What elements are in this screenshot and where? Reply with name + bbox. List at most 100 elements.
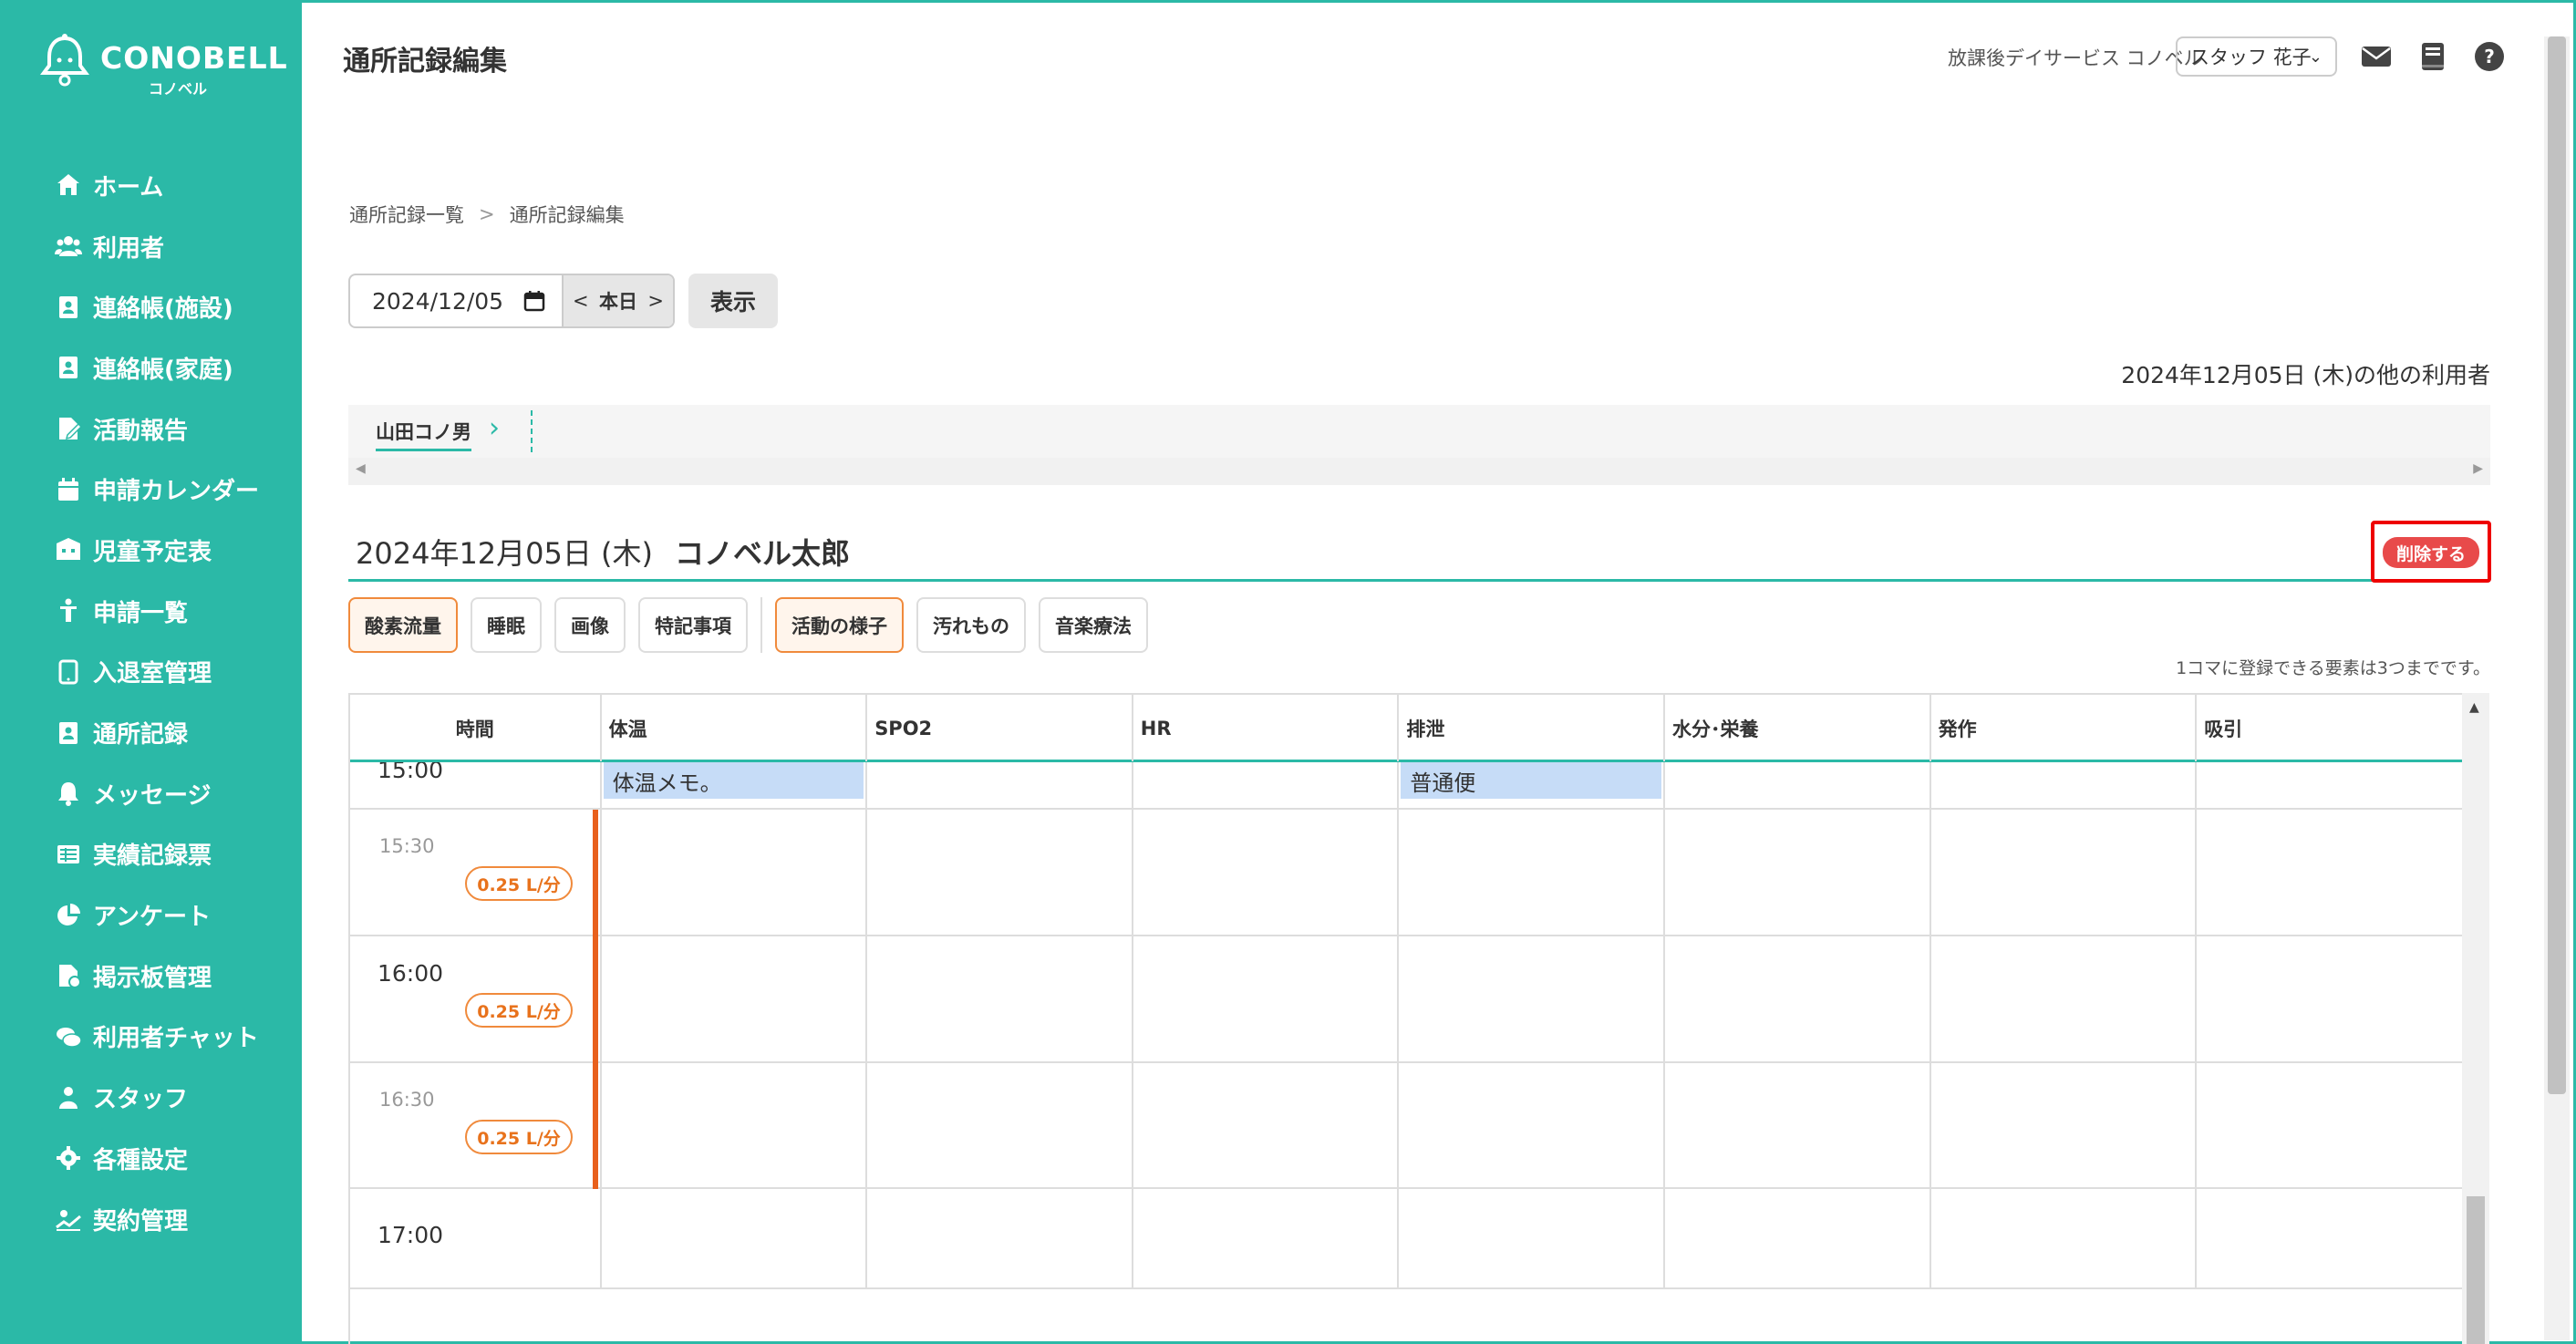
- sidebar-item[interactable]: 入退室管理: [0, 642, 302, 703]
- table-cell[interactable]: [1397, 1063, 1663, 1187]
- logo[interactable]: CONOBELL コノベル: [36, 33, 287, 98]
- table-cell[interactable]: [1929, 936, 2196, 1061]
- sidebar-item-label: 申請一覧: [93, 599, 189, 627]
- table-cell[interactable]: [1397, 936, 1663, 1061]
- table-cell[interactable]: [1663, 1189, 1929, 1287]
- record-memo[interactable]: 体温メモ。: [603, 762, 864, 799]
- table-cell[interactable]: [1929, 1063, 2196, 1187]
- sidebar-item[interactable]: メッセージ: [0, 763, 302, 824]
- record-memo[interactable]: 普通便: [1401, 762, 1661, 799]
- page-scrollbar[interactable]: [2544, 36, 2570, 1340]
- help-icon[interactable]: ?: [2473, 40, 2506, 73]
- oxygen-flow-badge[interactable]: 0.25 L/分: [465, 1120, 573, 1154]
- date-input[interactable]: 2024/12/05: [350, 275, 564, 326]
- table-cell[interactable]: [1663, 810, 1929, 935]
- table-cell[interactable]: [1663, 1063, 1929, 1187]
- show-button[interactable]: 表示: [688, 274, 778, 328]
- user-tab-divider: [531, 410, 533, 452]
- delete-highlight-frame: 削除する: [2371, 521, 2491, 583]
- oxygen-flow-badge[interactable]: 0.25 L/分: [465, 993, 573, 1028]
- sidebar-item[interactable]: 申請カレンダー: [0, 459, 302, 520]
- contract-icon: [55, 1205, 82, 1233]
- users-icon: [55, 233, 82, 260]
- table-cell[interactable]: [865, 1189, 1132, 1287]
- scroll-up-arrow-icon[interactable]: ▲: [2469, 700, 2479, 715]
- table-cell[interactable]: [1397, 1189, 1663, 1287]
- table-cell[interactable]: [1131, 936, 1398, 1061]
- table-cell[interactable]: [599, 810, 866, 935]
- record-table: 時間 体温 SPO2 HR 排泄 水分･栄養 発作 吸引 15:00 体温メモ。 普通便 15:30…: [348, 693, 2462, 1344]
- category-music-therapy[interactable]: 音楽療法: [1039, 597, 1148, 653]
- delete-button[interactable]: 削除する: [2383, 537, 2479, 568]
- calendar-icon[interactable]: [523, 290, 545, 312]
- sidebar-item-label: 利用者チャット: [93, 1025, 259, 1053]
- sidebar-item[interactable]: 通所記録: [0, 702, 302, 763]
- table-cell[interactable]: [599, 936, 866, 1061]
- table-cell[interactable]: [599, 1063, 866, 1187]
- sidebar-item-label: 連絡帳(家庭): [93, 356, 233, 384]
- page-scrollbar-thumb[interactable]: [2548, 36, 2566, 1094]
- table-cell[interactable]: [1131, 1063, 1398, 1187]
- sidebar-item[interactable]: 連絡帳(施設): [0, 276, 302, 337]
- pie-chart-icon: [55, 902, 82, 929]
- category-special-notes[interactable]: 特記事項: [638, 597, 748, 653]
- table-cell[interactable]: [2195, 1189, 2461, 1287]
- table-scrollbar[interactable]: ▲: [2462, 693, 2489, 1344]
- chevron-right-icon[interactable]: ›: [489, 412, 500, 444]
- time-label: 16:00: [378, 960, 444, 987]
- table-cell[interactable]: [2195, 810, 2461, 935]
- sidebar-nav: ホーム 利用者 連絡帳(施設) 連絡帳(家庭) 活動報告 申請カレンダー 児童予定表申請一覧…: [0, 155, 302, 1249]
- category-soiled-items[interactable]: 汚れもの: [916, 597, 1026, 653]
- chat-icon: [55, 1023, 82, 1050]
- category-image[interactable]: 画像: [554, 597, 626, 653]
- table-cell[interactable]: [1131, 1189, 1398, 1287]
- category-activity[interactable]: 活動の様子: [775, 597, 904, 653]
- table-cell[interactable]: [1663, 936, 1929, 1061]
- sidebar-item[interactable]: 活動報告: [0, 398, 302, 460]
- sidebar-item[interactable]: 連絡帳(家庭): [0, 337, 302, 398]
- chevron-down-icon: ⌄: [2308, 47, 2323, 67]
- table-cell[interactable]: [1929, 1189, 2196, 1287]
- sidebar-item[interactable]: ホーム: [0, 155, 302, 216]
- svg-text:?: ?: [2484, 46, 2495, 67]
- column-header: 排泄: [1397, 695, 1663, 761]
- sidebar-item[interactable]: 児童予定表: [0, 520, 302, 581]
- sidebar-item[interactable]: 利用者: [0, 216, 302, 277]
- sidebar-item[interactable]: 実績記録票: [0, 824, 302, 885]
- table-cell[interactable]: [865, 810, 1132, 935]
- sidebar-item[interactable]: 利用者チャット: [0, 1007, 302, 1068]
- next-day-button[interactable]: >: [647, 290, 664, 312]
- table-cell[interactable]: [865, 1063, 1132, 1187]
- users-horizontal-scrollbar[interactable]: ◀ ▶: [348, 458, 2490, 485]
- category-sleep[interactable]: 睡眠: [471, 597, 542, 653]
- table-cell[interactable]: [2195, 1063, 2461, 1187]
- sidebar-item[interactable]: 契約管理: [0, 1189, 302, 1250]
- today-button[interactable]: 本日: [599, 287, 637, 315]
- mail-icon[interactable]: [2360, 40, 2393, 73]
- sidebar-item[interactable]: アンケート: [0, 884, 302, 946]
- table-cell[interactable]: [1397, 810, 1663, 935]
- bell-icon: [55, 780, 82, 807]
- table-cell[interactable]: [1131, 810, 1398, 935]
- oxygen-flow-badge[interactable]: 0.25 L/分: [465, 866, 573, 901]
- brand-sub: コノベル: [149, 80, 208, 98]
- table-scrollbar-thumb[interactable]: [2467, 1196, 2485, 1344]
- other-users-heading: 2024年12月05日 (木)の他の利用者: [2121, 362, 2490, 388]
- prev-day-button[interactable]: <: [573, 290, 589, 312]
- breadcrumb-record-list[interactable]: 通所記録一覧: [349, 201, 464, 228]
- staff-select[interactable]: スタッフ 花子 ⌄: [2176, 36, 2337, 77]
- column-header: 体温: [599, 695, 866, 761]
- manual-book-icon[interactable]: [2416, 40, 2449, 73]
- table-cell[interactable]: [599, 1189, 866, 1287]
- sidebar-item[interactable]: 各種設定: [0, 1128, 302, 1189]
- table-cell[interactable]: [2195, 936, 2461, 1061]
- table-cell[interactable]: [865, 936, 1132, 1061]
- scroll-left-arrow-icon[interactable]: ◀: [356, 461, 366, 476]
- sidebar-item[interactable]: 申請一覧: [0, 581, 302, 642]
- sidebar-item[interactable]: 掲示板管理: [0, 946, 302, 1007]
- scroll-right-arrow-icon[interactable]: ▶: [2473, 461, 2483, 476]
- category-oxygen-flow[interactable]: 酸素流量: [348, 597, 458, 653]
- table-cell[interactable]: [1929, 810, 2196, 935]
- sidebar-item[interactable]: スタッフ: [0, 1067, 302, 1128]
- other-user-tab[interactable]: 山田コノ男: [376, 418, 471, 451]
